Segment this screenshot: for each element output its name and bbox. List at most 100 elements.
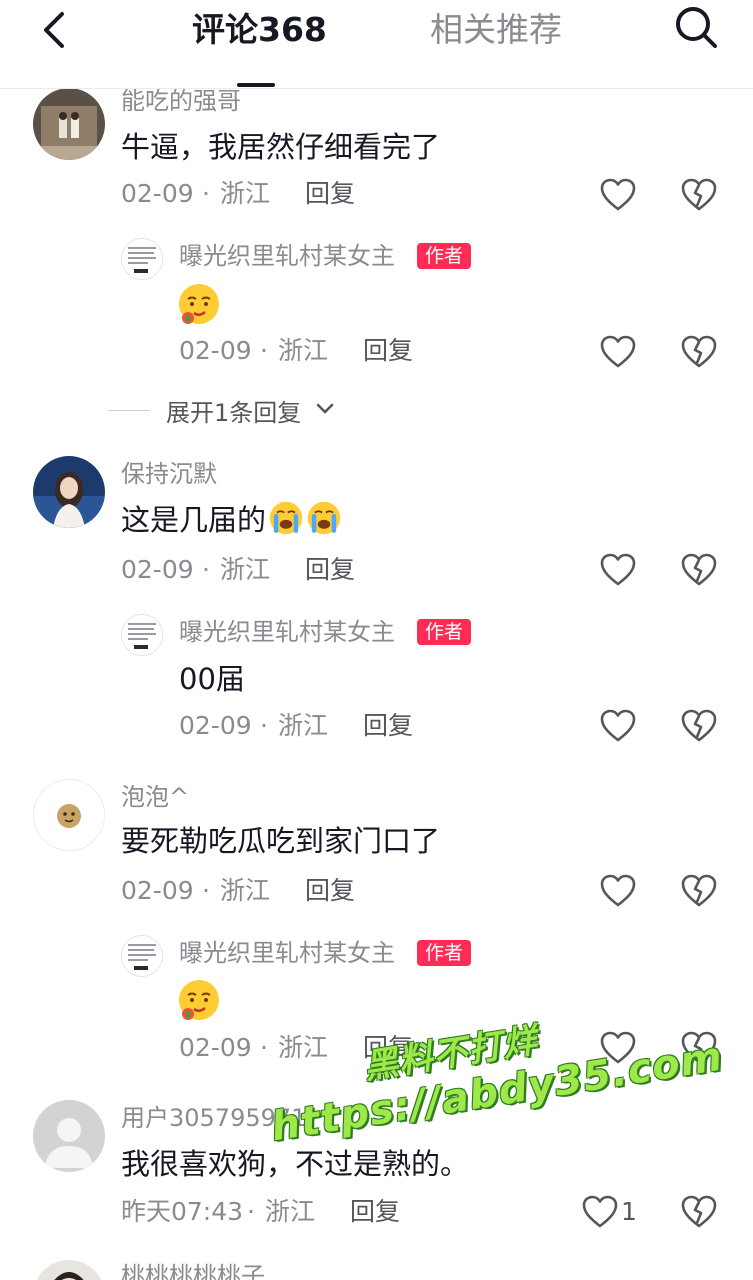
tab-comments[interactable]: 评论368: [192, 6, 327, 54]
tab-indicator: [237, 83, 275, 87]
reply-username[interactable]: 曝光织里轧村某女主: [179, 617, 395, 647]
meta-separator: ·: [202, 179, 210, 208]
drooling-face-emoji: [177, 282, 221, 330]
reply-location: 浙江: [278, 336, 329, 365]
comment-location: 浙江: [220, 555, 271, 584]
heart-icon: [582, 1195, 618, 1228]
like-button[interactable]: [600, 1031, 636, 1065]
reply-date: 02-09: [179, 711, 252, 740]
divider: [108, 410, 150, 411]
heart-icon: [600, 709, 636, 742]
reply-button[interactable]: 回复: [305, 554, 355, 586]
comment-text-body: 这是几届的: [121, 503, 267, 537]
reply-avatar[interactable]: [121, 935, 163, 977]
comment-username[interactable]: 泡泡^: [121, 782, 189, 812]
broken-heart-icon: [681, 709, 717, 742]
comment-text: 这是几届的: [121, 500, 342, 539]
broken-heart-icon: [681, 178, 717, 211]
reply-button[interactable]: 回复: [363, 710, 413, 742]
dislike-button[interactable]: [681, 709, 717, 743]
comment-date: 02-09: [121, 876, 194, 905]
reply-button[interactable]: 回复: [363, 335, 413, 367]
reply-button[interactable]: 回复: [350, 1196, 400, 1228]
dislike-button[interactable]: [681, 553, 717, 587]
author-badge: 作者: [417, 940, 472, 966]
crying-face-emoji: [307, 501, 341, 535]
comment-location: 浙江: [265, 1197, 316, 1226]
meta-separator: ·: [260, 711, 268, 740]
comment-location: 浙江: [220, 876, 271, 905]
meta-separator: ·: [260, 336, 268, 365]
dislike-button[interactable]: [681, 335, 717, 369]
reply-avatar[interactable]: [121, 614, 163, 656]
reply-button[interactable]: 回复: [305, 178, 355, 210]
broken-heart-icon: [681, 1195, 717, 1228]
comment-text: 牛逼，我居然仔细看完了: [121, 130, 441, 164]
default-user-icon: [33, 1100, 105, 1172]
expand-replies-label: 展开1条回复: [166, 399, 302, 427]
broken-heart-icon: [681, 1031, 717, 1064]
comment-username[interactable]: 用户305795971: [121, 1103, 306, 1133]
broken-heart-icon: [681, 553, 717, 586]
comment-username[interactable]: 桃桃桃桃桃子: [121, 1261, 265, 1280]
meta-separator: ·: [247, 1197, 255, 1226]
like-count: 1: [621, 1197, 637, 1226]
back-button[interactable]: [36, 8, 80, 52]
reply-text: 00届: [179, 662, 245, 696]
search-button[interactable]: [672, 2, 722, 52]
author-badge: 作者: [417, 619, 472, 645]
comment-username[interactable]: 保持沉默: [121, 459, 217, 489]
search-icon: [676, 7, 717, 48]
reply-button[interactable]: 回复: [363, 1032, 413, 1064]
dislike-button[interactable]: [681, 1031, 717, 1065]
reply-avatar[interactable]: [121, 238, 163, 280]
author-badge: 作者: [417, 243, 472, 269]
like-button[interactable]: [600, 178, 636, 212]
like-button[interactable]: [600, 335, 636, 369]
drooling-face-emoji: [177, 978, 221, 1026]
reply-location: 浙江: [278, 711, 329, 740]
comment-text: 要死勒吃瓜吃到家门口了: [121, 824, 441, 858]
meta-separator: ·: [202, 876, 210, 905]
like-button[interactable]: [600, 553, 636, 587]
reply-date: 02-09: [179, 336, 252, 365]
meta-separator: ·: [202, 555, 210, 584]
like-button[interactable]: [582, 1195, 618, 1229]
reply-location: 浙江: [278, 1033, 329, 1062]
comment-list[interactable]: 能吃的强哥 牛逼，我居然仔细看完了 02-09 · 浙江 回复 曝光织里轧村某女…: [0, 88, 753, 1280]
heart-icon: [600, 178, 636, 211]
reply-date: 02-09: [179, 1033, 252, 1062]
comment-username[interactable]: 能吃的强哥: [121, 88, 241, 116]
crying-face-emoji: [269, 501, 303, 535]
back-arrow-icon: [44, 12, 64, 48]
dislike-button[interactable]: [681, 178, 717, 212]
heart-icon: [600, 1031, 636, 1064]
reply-username[interactable]: 曝光织里轧村某女主: [179, 241, 395, 271]
tab-related[interactable]: 相关推荐: [430, 6, 562, 54]
dislike-button[interactable]: [681, 874, 717, 908]
broken-heart-icon: [681, 335, 717, 368]
reply-username[interactable]: 曝光织里轧村某女主: [179, 938, 395, 968]
comment-date: 昨天07:43: [121, 1197, 244, 1226]
comment-location: 浙江: [220, 179, 271, 208]
avatar[interactable]: [33, 1100, 105, 1172]
heart-icon: [600, 335, 636, 368]
comment-text: 我很喜欢狗，不过是熟的。: [121, 1147, 470, 1181]
meta-separator: ·: [260, 1033, 268, 1062]
reply-button[interactable]: 回复: [305, 875, 355, 907]
avatar[interactable]: [33, 88, 105, 160]
expand-replies-button[interactable]: 展开1条回复: [108, 390, 348, 430]
like-button[interactable]: [600, 709, 636, 743]
top-bar: 评论368 相关推荐: [0, 0, 753, 89]
avatar[interactable]: [33, 1260, 105, 1280]
chevron-down-icon: [316, 403, 334, 414]
avatar[interactable]: [33, 779, 105, 851]
comment-date: 02-09: [121, 179, 194, 208]
avatar[interactable]: [33, 456, 105, 528]
broken-heart-icon: [681, 874, 717, 907]
like-button[interactable]: [600, 874, 636, 908]
comment-date: 02-09: [121, 555, 194, 584]
dislike-button[interactable]: [681, 1195, 717, 1229]
heart-icon: [600, 553, 636, 586]
heart-icon: [600, 874, 636, 907]
